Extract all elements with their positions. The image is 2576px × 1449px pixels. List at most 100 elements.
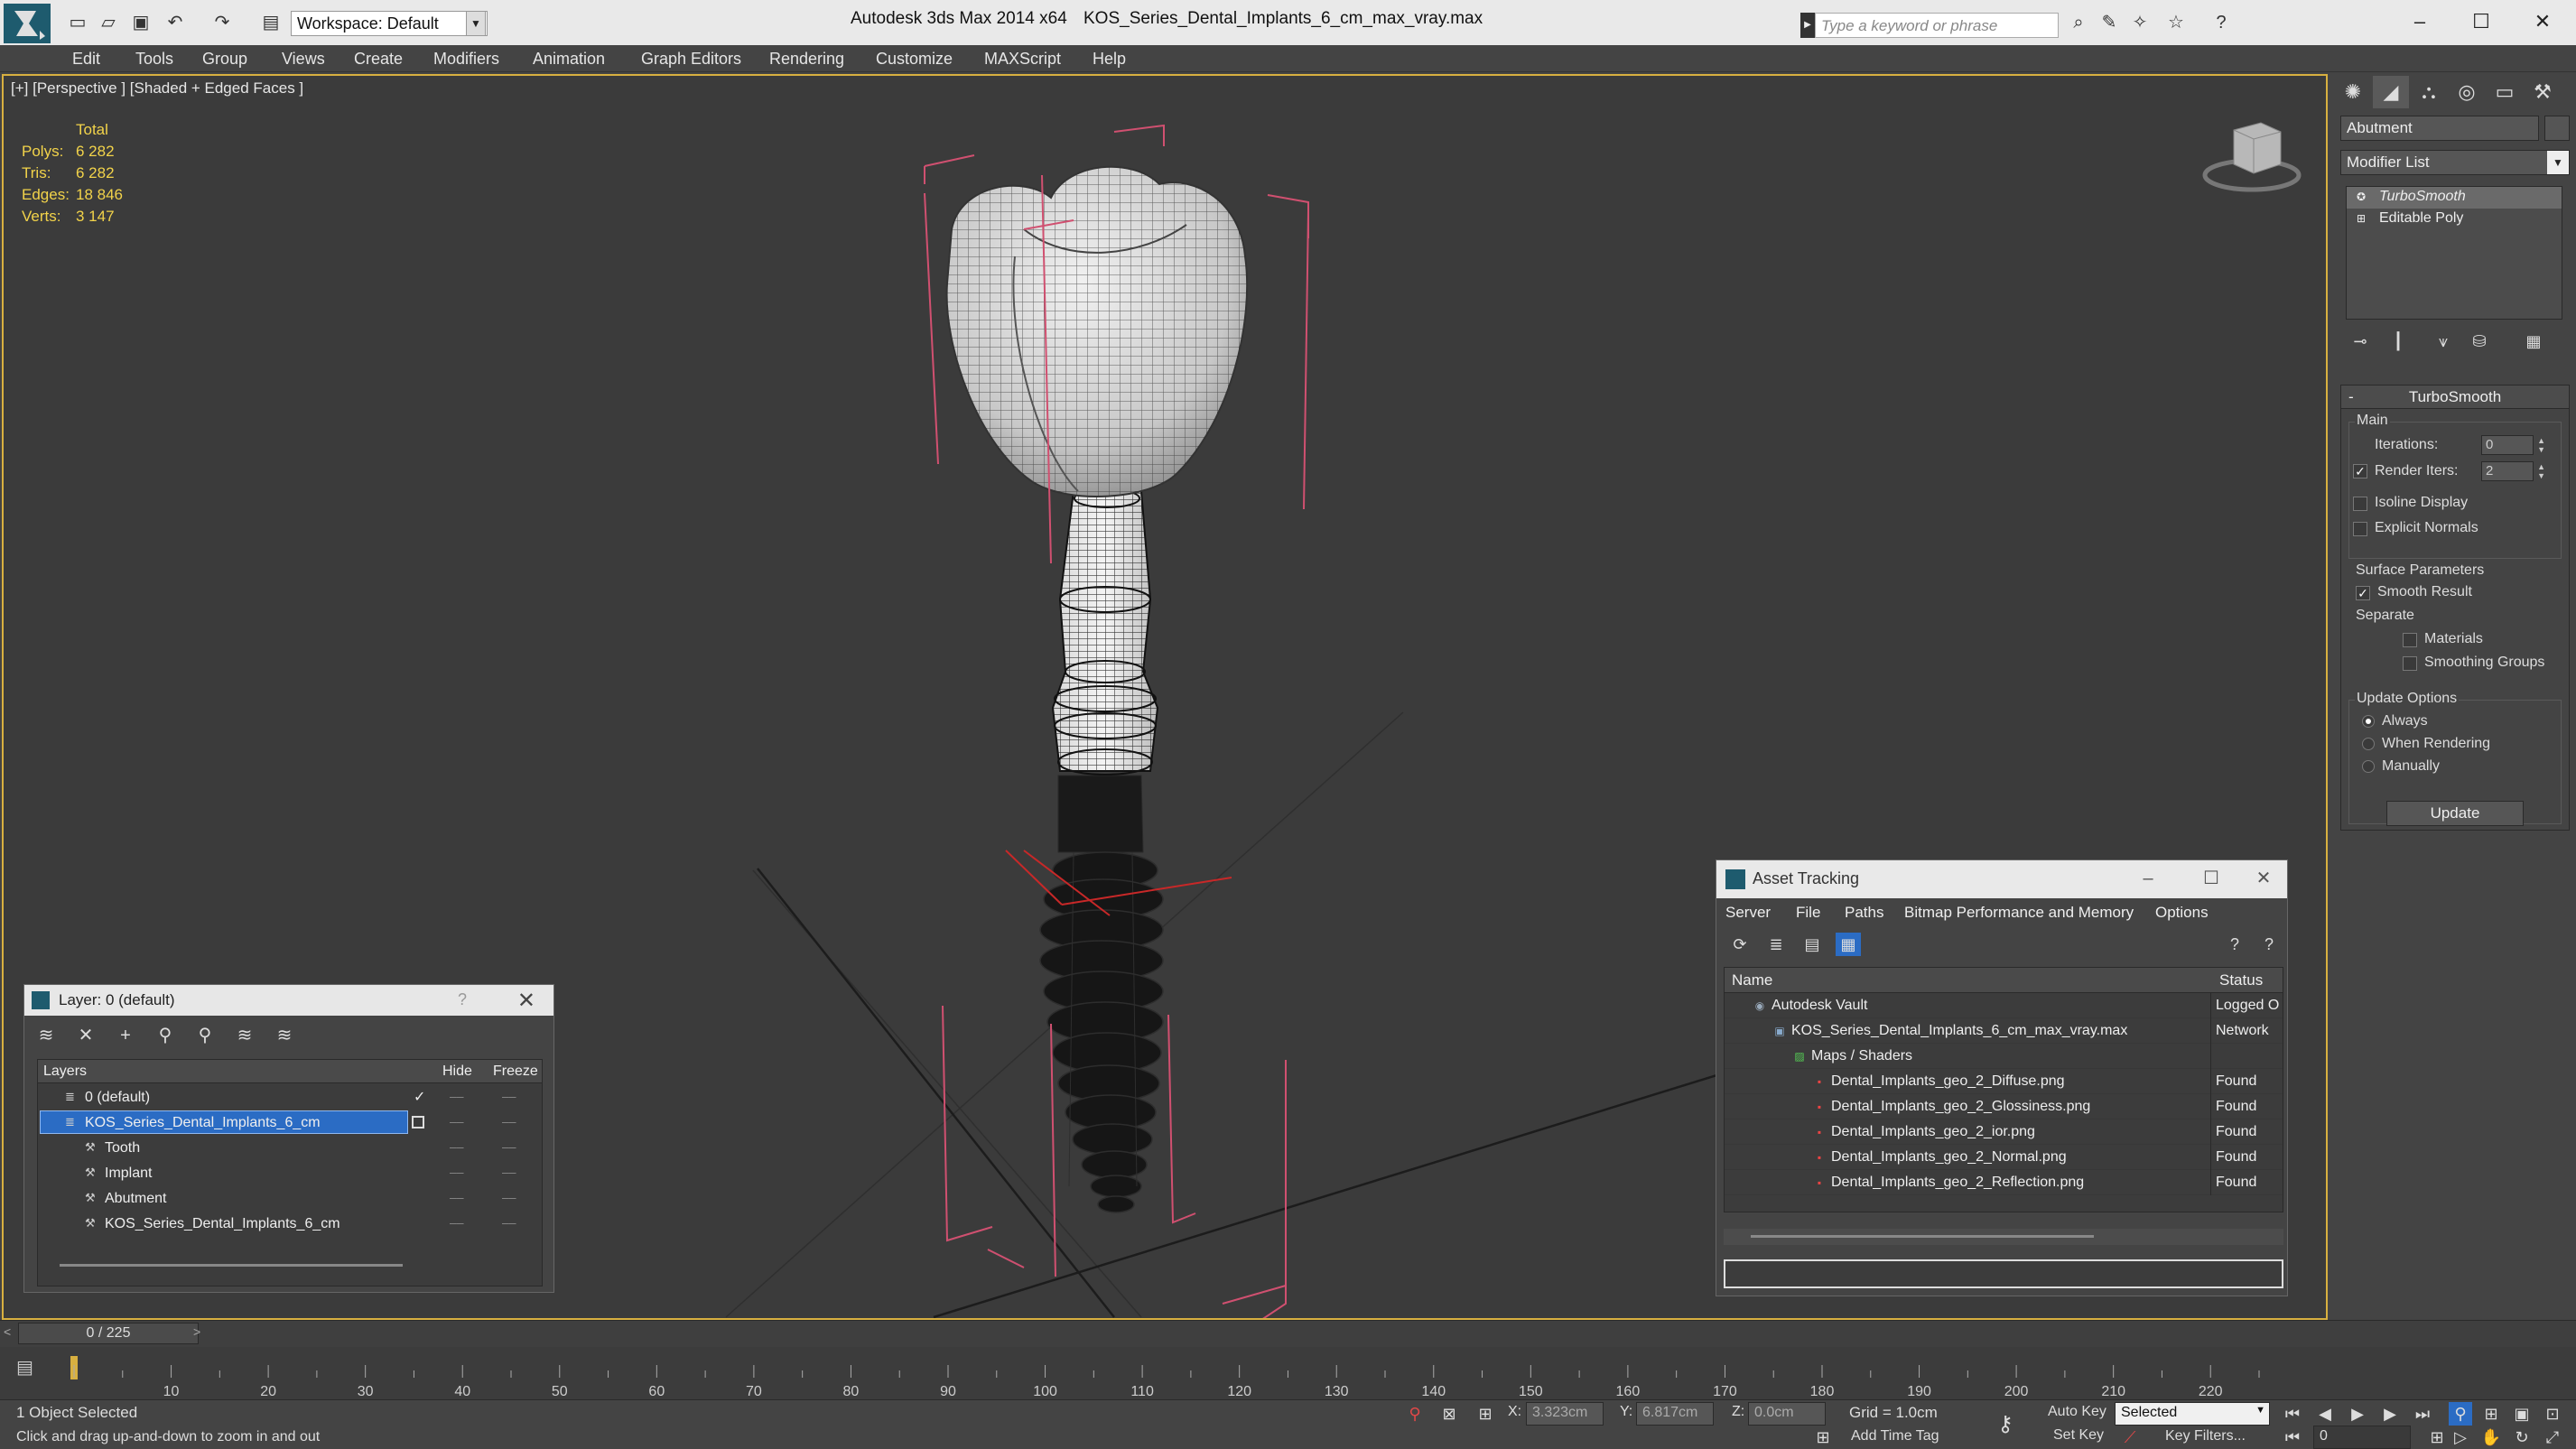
key-filters-button[interactable]: Key Filters... bbox=[2165, 1428, 2246, 1444]
explicit-normals-checkbox[interactable] bbox=[2353, 522, 2367, 536]
asset-row[interactable]: ▪ Dental_Implants_geo_2_Diffuse.png Found bbox=[1725, 1069, 2283, 1094]
key-mode-toggle-icon[interactable]: ⏮ bbox=[2281, 1426, 2304, 1449]
time-config-icon[interactable]: ⊞ bbox=[2425, 1426, 2449, 1449]
y-coord-field[interactable]: 6.817cm bbox=[1636, 1402, 1714, 1426]
close-icon[interactable]: ✕ bbox=[2246, 864, 2282, 893]
stack-item-editable-poly[interactable]: ⊞ Editable Poly bbox=[2347, 209, 2562, 230]
context-help-icon[interactable]: ? bbox=[2256, 933, 2282, 956]
remove-modifier-icon[interactable]: ⛁ bbox=[2469, 330, 2490, 352]
make-unique-icon[interactable]: ⩛ bbox=[2432, 330, 2454, 352]
asset-row[interactable]: ▣ KOS_Series_Dental_Implants_6_cm_max_vra… bbox=[1725, 1018, 2283, 1044]
go-to-end-icon[interactable]: ⏭ bbox=[2411, 1402, 2434, 1426]
hide-toggle[interactable]: –– bbox=[450, 1165, 464, 1179]
scrollbar-thumb[interactable] bbox=[1751, 1235, 2094, 1238]
zoom-all-icon[interactable]: ⊞ bbox=[2479, 1402, 2503, 1426]
col-name[interactable]: Name bbox=[1732, 971, 1772, 989]
tooth-crown-model[interactable] bbox=[945, 165, 1249, 498]
save-icon[interactable]: ▣ bbox=[130, 12, 152, 33]
current-layer-icon[interactable] bbox=[412, 1116, 424, 1129]
workspace-menu-button[interactable]: ▼ bbox=[466, 11, 486, 36]
tree-view-icon[interactable]: ▤ bbox=[1799, 933, 1825, 956]
freeze-toggle[interactable]: –– bbox=[502, 1089, 516, 1103]
asset-row[interactable]: ▨ Maps / Shaders bbox=[1725, 1044, 2283, 1069]
freeze-toggle[interactable]: –– bbox=[502, 1215, 516, 1230]
hierarchy-tab-icon[interactable]: ⛬ bbox=[2411, 76, 2447, 108]
hide-toggle[interactable]: –– bbox=[450, 1139, 464, 1154]
layer-row[interactable]: ⚒ Implant –– –– bbox=[38, 1161, 542, 1186]
maximize-viewport-icon[interactable]: ⤢ bbox=[2541, 1426, 2564, 1449]
layer-row[interactable]: ⚒ KOS_Series_Dental_Implants_6_cm –– –– bbox=[38, 1212, 542, 1237]
freeze-toggle[interactable]: –– bbox=[502, 1114, 516, 1129]
display-tab-icon[interactable]: ▭ bbox=[2487, 76, 2523, 108]
object-color-swatch[interactable] bbox=[2544, 116, 2570, 141]
freeze-toggle[interactable]: –– bbox=[502, 1190, 516, 1204]
search-expand-icon[interactable]: ▶ bbox=[1800, 13, 1815, 38]
asset-row[interactable]: ◉ Autodesk Vault Logged O bbox=[1725, 993, 2283, 1018]
implant-model[interactable] bbox=[1039, 775, 1164, 1213]
asset-menu-options[interactable]: Options bbox=[2155, 904, 2209, 922]
hide-toggle[interactable]: –– bbox=[450, 1190, 464, 1204]
motion-tab-icon[interactable]: ◎ bbox=[2449, 76, 2485, 108]
curve-editor-icon[interactable]: ▤ bbox=[16, 1356, 33, 1379]
asset-menu-server[interactable]: Server bbox=[1725, 904, 1771, 922]
new-file-icon[interactable]: ▭ bbox=[67, 12, 88, 33]
field-of-view-icon[interactable]: ▷ bbox=[2449, 1426, 2472, 1449]
hide-all-layers-icon[interactable]: ≋ bbox=[232, 1023, 257, 1048]
help-icon[interactable]: ? bbox=[2210, 12, 2232, 33]
search-input[interactable]: Type a keyword or phrase bbox=[1815, 13, 2059, 38]
menu-maxscript[interactable]: MAXScript bbox=[984, 50, 1061, 69]
redo-icon[interactable]: ↷ bbox=[211, 12, 233, 33]
render-iters-spinner[interactable]: 2 ▲ ▼ bbox=[2481, 461, 2545, 481]
stack-item-turbosmooth[interactable]: ✪ TurboSmooth bbox=[2347, 187, 2562, 209]
viewcube-icon[interactable] bbox=[2198, 112, 2306, 202]
menu-views[interactable]: Views bbox=[282, 50, 325, 69]
layer-row[interactable]: ≣ KOS_Series_Dental_Implants_6_cm –– –– bbox=[38, 1110, 542, 1136]
menu-graph-editors[interactable]: Graph Editors bbox=[641, 50, 741, 69]
abutment-model[interactable] bbox=[1051, 488, 1159, 776]
menu-tools[interactable]: Tools bbox=[135, 50, 173, 69]
layer-scrollbar[interactable] bbox=[60, 1264, 403, 1267]
go-to-start-icon[interactable]: ⏮ bbox=[2281, 1402, 2304, 1426]
zoom-extents-icon[interactable]: ▣ bbox=[2510, 1402, 2534, 1426]
workspace-dropdown[interactable]: Workspace: Default ▼ bbox=[291, 11, 488, 36]
utilities-tab-icon[interactable]: ⚒ bbox=[2525, 76, 2561, 108]
list-view-icon[interactable]: ≣ bbox=[1763, 933, 1789, 956]
always-radio[interactable] bbox=[2362, 715, 2375, 728]
zoom-extents-all-icon[interactable]: ⊡ bbox=[2541, 1402, 2564, 1426]
asset-menu-bitmap-performance[interactable]: Bitmap Performance and Memory bbox=[1904, 904, 2134, 922]
hide-toggle[interactable]: –– bbox=[450, 1215, 464, 1230]
smoothing-groups-checkbox[interactable] bbox=[2403, 656, 2417, 671]
smooth-result-checkbox[interactable]: ✓ bbox=[2356, 586, 2370, 600]
project-folder-icon[interactable]: ▤ bbox=[260, 12, 282, 33]
maximize-icon[interactable]: ☐ bbox=[2193, 864, 2229, 893]
highlight-layer-icon[interactable]: ⚲ bbox=[192, 1023, 218, 1048]
modifier-list-dropdown[interactable]: Modifier List ▼ bbox=[2340, 150, 2570, 175]
menu-help[interactable]: Help bbox=[1093, 50, 1126, 69]
active-layer-checkmark-icon[interactable]: ✓ bbox=[414, 1088, 425, 1106]
hide-toggle[interactable]: –– bbox=[450, 1089, 464, 1103]
spinner-arrows-icon[interactable]: ▲ ▼ bbox=[2537, 436, 2545, 454]
key-selection-dropdown[interactable]: Selected ▼ bbox=[2115, 1402, 2270, 1426]
communication-icon[interactable]: ✧ bbox=[2129, 12, 2151, 33]
pan-view-icon[interactable]: ✋ bbox=[2479, 1426, 2503, 1449]
asset-menu-paths[interactable]: Paths bbox=[1845, 904, 1883, 922]
undo-icon[interactable]: ↶ bbox=[164, 12, 186, 33]
select-objects-icon[interactable]: ⚲ bbox=[153, 1023, 178, 1048]
create-layer-icon[interactable]: ≋ bbox=[33, 1023, 59, 1048]
asset-row[interactable]: ▪ Dental_Implants_geo_2_ior.png Found bbox=[1725, 1119, 2283, 1145]
expand-plus-icon[interactable]: ⊞ bbox=[2354, 211, 2368, 226]
asset-row[interactable]: ▪ Dental_Implants_geo_2_Glossiness.png Fou… bbox=[1725, 1094, 2283, 1119]
maximize-icon[interactable]: ☐ bbox=[2454, 5, 2508, 38]
asset-horizontal-scrollbar[interactable] bbox=[1724, 1229, 2283, 1245]
layer-dialog-titlebar[interactable]: Layer: 0 (default) ? ✕ bbox=[24, 985, 553, 1016]
z-coord-field[interactable]: 0.0cm bbox=[1748, 1402, 1826, 1426]
play-icon[interactable]: ▶ bbox=[2346, 1402, 2369, 1426]
col-layers[interactable]: Layers bbox=[43, 1064, 87, 1080]
iterations-spinner[interactable]: 0 ▲ ▼ bbox=[2481, 435, 2545, 455]
help-icon[interactable]: ? bbox=[2222, 933, 2247, 956]
col-status[interactable]: Status bbox=[2219, 971, 2263, 989]
binoculars-icon[interactable]: ⌕ bbox=[2068, 12, 2089, 33]
previous-frame-icon[interactable]: ◀ bbox=[2313, 1402, 2337, 1426]
minimize-icon[interactable]: – bbox=[2393, 5, 2447, 38]
set-key-button[interactable]: Set Key bbox=[2053, 1427, 2104, 1444]
